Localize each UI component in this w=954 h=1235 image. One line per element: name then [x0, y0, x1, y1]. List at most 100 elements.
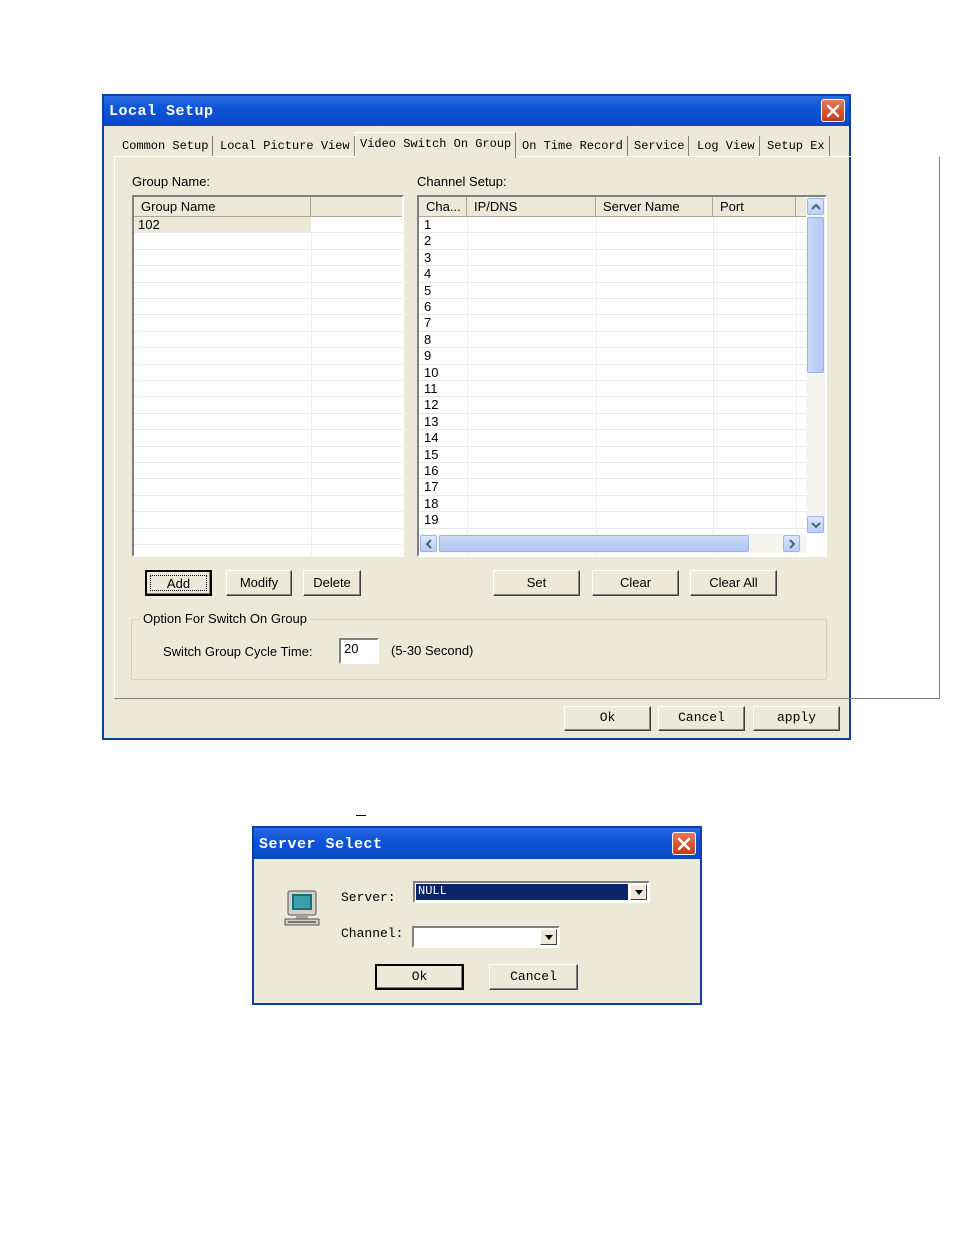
ip-dns-header[interactable]: IP/DNS — [467, 197, 596, 217]
tab-setup-ex[interactable]: Setup Ex — [763, 136, 830, 157]
channel-number-cell: 7 — [424, 315, 432, 331]
table-row[interactable] — [134, 496, 402, 513]
channel-number-cell: 12 — [424, 397, 439, 413]
delete-button[interactable]: Delete — [303, 570, 361, 596]
tab-on-time-record[interactable]: On Time Record — [518, 136, 628, 157]
close-icon — [677, 837, 691, 851]
server-cancel-button[interactable]: Cancel — [489, 964, 578, 990]
table-row[interactable]: 19 — [419, 512, 806, 529]
add-button-label: Add — [166, 576, 191, 591]
table-row[interactable] — [134, 447, 402, 463]
table-row[interactable] — [134, 463, 402, 480]
channel-number-cell: 2 — [424, 233, 432, 249]
table-row[interactable]: 102 — [134, 217, 402, 234]
table-row[interactable]: 14 — [419, 430, 806, 447]
table-row[interactable] — [134, 512, 402, 529]
table-row[interactable] — [134, 381, 402, 398]
server-name-header[interactable]: Server Name — [596, 197, 713, 217]
table-row[interactable]: 12 — [419, 397, 806, 414]
table-row[interactable]: 1 — [419, 217, 806, 234]
close-button[interactable] — [821, 99, 845, 122]
table-row[interactable]: 3 — [419, 250, 806, 267]
table-row[interactable]: 4 — [419, 266, 806, 283]
table-row[interactable]: 16 — [419, 463, 806, 480]
server-dropdown[interactable]: NULL — [413, 881, 650, 903]
table-row[interactable]: 9 — [419, 348, 806, 365]
channel-label: Channel: — [341, 926, 404, 941]
table-row[interactable]: 7 — [419, 315, 806, 332]
table-row[interactable]: 8 — [419, 332, 806, 349]
channel-number-cell: 1 — [424, 217, 432, 232]
modify-button[interactable]: Modify — [226, 570, 292, 596]
vertical-scrollbar[interactable] — [806, 197, 825, 534]
tab-service[interactable]: Service — [630, 136, 690, 157]
cycle-time-input[interactable]: 20 — [339, 638, 379, 664]
chevron-down-icon — [811, 522, 821, 529]
table-row[interactable] — [134, 430, 402, 447]
table-row[interactable] — [134, 397, 402, 414]
group-extra-header[interactable] — [311, 197, 402, 217]
set-button[interactable]: Set — [493, 570, 580, 596]
add-button[interactable]: Add — [145, 570, 212, 596]
table-row[interactable]: 10 — [419, 365, 806, 381]
channel-dropdown[interactable] — [412, 926, 560, 948]
local-setup-window: Local Setup Common Setup Local Picture V… — [102, 94, 940, 740]
tab-video-switch-on-group[interactable]: Video Switch On Group — [355, 132, 517, 158]
table-row[interactable] — [134, 250, 402, 267]
tab-common-setup[interactable]: Common Setup — [118, 136, 214, 157]
clear-all-button[interactable]: Clear All — [690, 570, 777, 596]
channel-list[interactable]: Cha... IP/DNS Server Name Port 123456789… — [417, 195, 827, 557]
scroll-left-button[interactable] — [420, 535, 437, 552]
table-row[interactable] — [134, 233, 402, 250]
table-row[interactable]: 13 — [419, 413, 806, 431]
group-list[interactable]: Group Name 102 — [132, 195, 404, 557]
table-row[interactable]: 17 — [419, 479, 806, 496]
table-row[interactable] — [134, 365, 402, 381]
tab-log-view[interactable]: Log View — [693, 136, 760, 157]
separator-mark — [356, 815, 366, 816]
port-header[interactable]: Port — [713, 197, 796, 217]
table-row[interactable] — [134, 283, 402, 299]
window-title: Local Setup — [109, 103, 214, 120]
table-row[interactable]: 6 — [419, 299, 806, 316]
table-row[interactable] — [134, 348, 402, 365]
channel-dropdown-arrow[interactable] — [540, 929, 557, 945]
tab-local-picture-view[interactable]: Local Picture View — [216, 136, 355, 157]
ok-button[interactable]: Ok — [564, 706, 651, 731]
group-name-label: Group Name: — [132, 174, 211, 189]
scroll-right-button[interactable] — [783, 535, 800, 552]
apply-button[interactable]: apply — [753, 706, 840, 731]
table-row[interactable] — [134, 299, 402, 316]
table-row[interactable]: 5 — [419, 283, 806, 299]
vertical-scroll-thumb[interactable] — [807, 217, 824, 373]
title-bar[interactable]: Local Setup — [104, 96, 849, 126]
group-name-header[interactable]: Group Name — [134, 197, 311, 217]
table-row[interactable]: 11 — [419, 381, 806, 398]
scroll-up-button[interactable] — [807, 198, 824, 215]
chevron-left-icon — [425, 539, 432, 549]
server-ok-button[interactable]: Ok — [375, 964, 464, 990]
table-row[interactable] — [134, 266, 402, 283]
option-group-legend: Option For Switch On Group — [140, 611, 311, 626]
table-row[interactable] — [134, 529, 402, 545]
table-row[interactable] — [134, 479, 402, 496]
channel-number-cell: 13 — [424, 413, 439, 429]
title-bar[interactable]: Server Select — [254, 828, 700, 859]
server-label: Server: — [341, 890, 396, 905]
table-row[interactable] — [134, 315, 402, 332]
channel-number-cell: 4 — [424, 266, 432, 282]
channel-number-cell: 5 — [424, 282, 432, 298]
clear-button[interactable]: Clear — [592, 570, 679, 596]
horizontal-scroll-thumb[interactable] — [439, 535, 749, 552]
table-row[interactable] — [134, 414, 402, 431]
table-row[interactable]: 15 — [419, 447, 806, 463]
scroll-down-button[interactable] — [807, 516, 824, 533]
channel-header[interactable]: Cha... — [419, 197, 467, 217]
table-row[interactable] — [134, 332, 402, 349]
close-button[interactable] — [672, 832, 696, 855]
cancel-button[interactable]: Cancel — [658, 706, 745, 731]
table-row[interactable]: 2 — [419, 233, 806, 250]
server-dropdown-arrow[interactable] — [630, 884, 647, 900]
horizontal-scrollbar[interactable] — [419, 534, 806, 553]
table-row[interactable]: 18 — [419, 496, 806, 513]
